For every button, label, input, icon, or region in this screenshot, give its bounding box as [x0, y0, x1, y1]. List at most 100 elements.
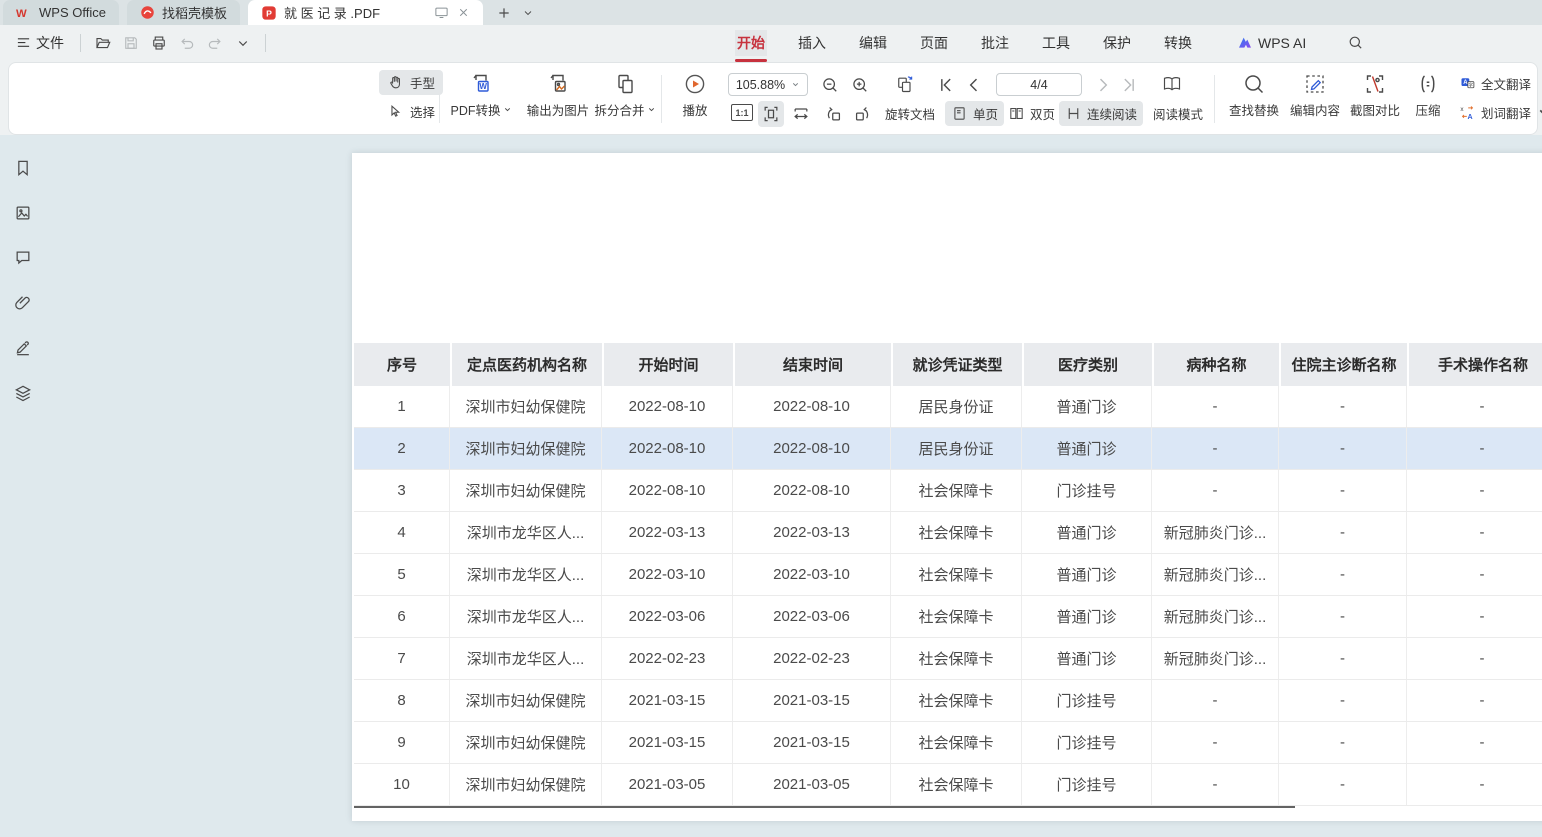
fit-page-button[interactable] — [758, 101, 784, 127]
menu-tab-tools[interactable]: 工具 — [1040, 30, 1072, 56]
swap-pages-button[interactable] — [890, 71, 920, 97]
menu-search-icon[interactable] — [1347, 34, 1364, 51]
table-cell: 普通门诊 — [1022, 638, 1152, 679]
menu-tab-edit[interactable]: 编辑 — [857, 30, 889, 56]
select-tool-button[interactable]: 选择 — [379, 99, 443, 124]
table-cell: 社会保障卡 — [891, 596, 1022, 637]
reading-mode-button[interactable]: 阅读模式 — [1147, 101, 1209, 126]
table-row: 7深圳市龙华区人...2022-02-232022-02-23社会保障卡普通门诊… — [354, 638, 1542, 680]
word-translate-button[interactable]: xA 划词翻译 — [1453, 100, 1542, 125]
zoom-level-select[interactable]: 105.88% — [728, 73, 808, 96]
pdf-convert-button[interactable]: W PDF转换 — [445, 72, 517, 119]
split-merge-label: 拆分合并 — [594, 100, 644, 119]
fit-width-button[interactable] — [788, 101, 814, 127]
table-cell: 2021-03-15 — [602, 722, 733, 763]
next-page-button[interactable] — [1091, 72, 1115, 98]
play-button[interactable]: 播放 — [673, 72, 717, 119]
table-cell: 社会保障卡 — [891, 470, 1022, 511]
tab-docer[interactable]: 找稻壳模板 — [127, 0, 240, 25]
table-cell: - — [1152, 680, 1279, 721]
close-tab-icon[interactable] — [457, 6, 470, 19]
table-cell: 6 — [354, 596, 450, 637]
single-page-button[interactable]: 单页 — [945, 101, 1004, 126]
table-cell: 9 — [354, 722, 450, 763]
redo-button[interactable] — [203, 31, 227, 55]
menu-tab-home[interactable]: 开始 — [735, 30, 767, 56]
thumbnails-panel-button[interactable] — [10, 200, 36, 226]
zoom-out-button[interactable] — [817, 72, 843, 98]
save-button[interactable] — [119, 31, 143, 55]
export-image-label: 输出为图片 — [527, 100, 590, 119]
print-button[interactable] — [147, 31, 171, 55]
wps-ai-label: WPS AI — [1258, 35, 1306, 51]
table-cell: - — [1279, 680, 1407, 721]
table-cell: 门诊挂号 — [1022, 764, 1152, 805]
table-row: 8深圳市妇幼保健院2021-03-152021-03-15社会保障卡门诊挂号--… — [354, 680, 1542, 722]
table-cell: 居民身份证 — [891, 428, 1022, 469]
zoom-in-button[interactable] — [847, 72, 873, 98]
signature-pen-icon — [13, 338, 33, 358]
first-page-button[interactable] — [934, 72, 958, 98]
split-merge-button[interactable]: 拆分合并 — [587, 72, 663, 119]
tab-list-chevron-icon[interactable] — [517, 0, 539, 25]
hand-tool-button[interactable]: 手型 — [379, 70, 443, 95]
table-cell: - — [1279, 386, 1407, 427]
zoom-level-value: 105.88% — [736, 78, 785, 92]
bookmarks-panel-button[interactable] — [10, 155, 36, 181]
file-menu-button[interactable]: 文件 — [10, 29, 70, 57]
menu-tab-convert[interactable]: 转换 — [1162, 30, 1194, 56]
last-page-button[interactable] — [1117, 72, 1141, 98]
signature-panel-button[interactable] — [10, 335, 36, 361]
pdf-table: 序号定点医药机构名称开始时间结束时间就诊凭证类型医疗类别病种名称住院主诊断名称手… — [354, 343, 1542, 808]
screenshot-compare-label: 截图对比 — [1350, 100, 1400, 119]
rotate-left-button[interactable] — [821, 101, 847, 127]
full-translate-button[interactable]: A字 全文翻译 — [1453, 71, 1537, 96]
svg-text:P: P — [266, 8, 272, 18]
sidebar — [10, 155, 36, 406]
table-body: 1深圳市妇幼保健院2022-08-102022-08-10居民身份证普通门诊--… — [354, 386, 1542, 806]
chevron-down-icon — [647, 105, 656, 114]
attachments-panel-button[interactable] — [10, 290, 36, 316]
reading-mode-icon[interactable] — [1157, 71, 1187, 97]
cursor-icon — [387, 103, 404, 120]
menu-tab-insert[interactable]: 插入 — [796, 30, 828, 56]
table-cell: 2022-03-13 — [602, 512, 733, 553]
rotate-right-button[interactable] — [849, 101, 875, 127]
page-number-input[interactable]: 4/4 — [996, 73, 1082, 96]
table-cell: 社会保障卡 — [891, 512, 1022, 553]
comments-panel-button[interactable] — [10, 245, 36, 271]
rotate-doc-button[interactable]: 旋转文档 — [879, 101, 941, 126]
menu-tab-page[interactable]: 页面 — [918, 30, 950, 56]
compress-button[interactable]: 压缩 — [1406, 72, 1450, 119]
actual-size-button[interactable]: 1:1 — [731, 104, 753, 121]
undo-button[interactable] — [175, 31, 199, 55]
open-file-button[interactable] — [91, 31, 115, 55]
screenshot-compare-button[interactable]: 截图对比 — [1344, 72, 1406, 119]
new-tab-button[interactable] — [491, 0, 517, 25]
table-cell: - — [1407, 680, 1542, 721]
previous-page-button[interactable] — [962, 72, 986, 98]
find-replace-label: 查找替换 — [1229, 100, 1279, 119]
table-cell: 深圳市妇幼保健院 — [450, 470, 602, 511]
comment-icon — [13, 248, 33, 268]
tab-wps-office[interactable]: W WPS Office — [3, 0, 119, 25]
find-replace-button[interactable]: 查找替换 — [1223, 72, 1285, 119]
tab-document[interactable]: P 就 医 记 录 .PDF — [248, 0, 483, 25]
menu-tab-comment[interactable]: 批注 — [979, 30, 1011, 56]
menu-tab-protect[interactable]: 保护 — [1101, 30, 1133, 56]
table-row: 5深圳市龙华区人...2022-03-102022-03-10社会保障卡普通门诊… — [354, 554, 1542, 596]
table-cell: 深圳市龙华区人... — [450, 596, 602, 637]
detach-window-icon[interactable] — [434, 6, 449, 19]
table-cell: 2022-08-10 — [733, 428, 891, 469]
quickbar-chevron-icon[interactable] — [231, 31, 255, 55]
layers-panel-button[interactable] — [10, 380, 36, 406]
edit-content-button[interactable]: 编辑内容 — [1284, 72, 1346, 119]
swap-pages-icon — [895, 74, 915, 94]
table-cell: 2022-08-10 — [733, 386, 891, 427]
table-row: 10深圳市妇幼保健院2021-03-052021-03-05社会保障卡门诊挂号-… — [354, 764, 1542, 806]
wps-ai-button[interactable]: WPS AI — [1237, 35, 1306, 51]
split-merge-icon — [613, 72, 637, 96]
rotate-left-icon — [824, 104, 844, 124]
continuous-reading-button[interactable]: 连续阅读 — [1059, 101, 1143, 126]
find-replace-icon — [1242, 72, 1266, 96]
